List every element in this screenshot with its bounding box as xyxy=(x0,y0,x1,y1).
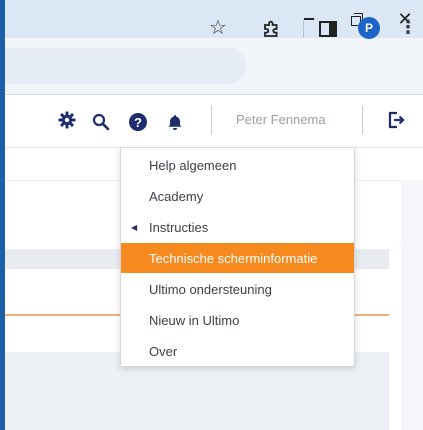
bell-icon[interactable] xyxy=(165,112,185,132)
gear-icon[interactable] xyxy=(57,110,77,130)
menu-item-over[interactable]: Over xyxy=(121,336,354,366)
submenu-bullet-icon: ◀ xyxy=(131,223,138,232)
address-bar[interactable] xyxy=(0,48,246,84)
help-icon[interactable]: ? xyxy=(128,112,148,132)
side-panel-icon[interactable] xyxy=(317,18,339,40)
menu-item-instructies[interactable]: ◀ Instructies xyxy=(121,212,354,242)
window-left-edge xyxy=(0,0,5,430)
search-icon[interactable] xyxy=(91,112,111,132)
menu-item-help-algemeen[interactable]: Help algemeen xyxy=(121,150,354,180)
extensions-icon[interactable] xyxy=(260,18,282,40)
logout-icon[interactable] xyxy=(386,110,406,130)
help-dropdown-menu: Help algemeen Academy ◀ Instructies Tech… xyxy=(120,147,355,367)
minimize-icon xyxy=(304,18,314,20)
app-window: ✕ ☆ P ⋮ ? Peter Fennema Help algemeen Ac… xyxy=(0,0,423,430)
browser-toolbar xyxy=(0,38,423,95)
menu-item-technische-scherminformatie[interactable]: Technische scherminformatie xyxy=(121,243,354,273)
profile-avatar[interactable]: P xyxy=(358,17,380,39)
browser-menu-icon[interactable]: ⋮ xyxy=(397,16,419,38)
header-separator xyxy=(362,106,363,134)
toolbar-separator xyxy=(303,20,304,38)
bookmark-star-icon[interactable]: ☆ xyxy=(207,16,229,39)
menu-item-nieuw-in-ultimo[interactable]: Nieuw in Ultimo xyxy=(121,305,354,335)
user-name[interactable]: Peter Fennema xyxy=(236,112,326,127)
content-right-margin xyxy=(401,180,423,430)
header-separator xyxy=(211,106,212,134)
menu-item-academy[interactable]: Academy xyxy=(121,181,354,211)
menu-item-ultimo-ondersteuning[interactable]: Ultimo ondersteuning xyxy=(121,274,354,304)
